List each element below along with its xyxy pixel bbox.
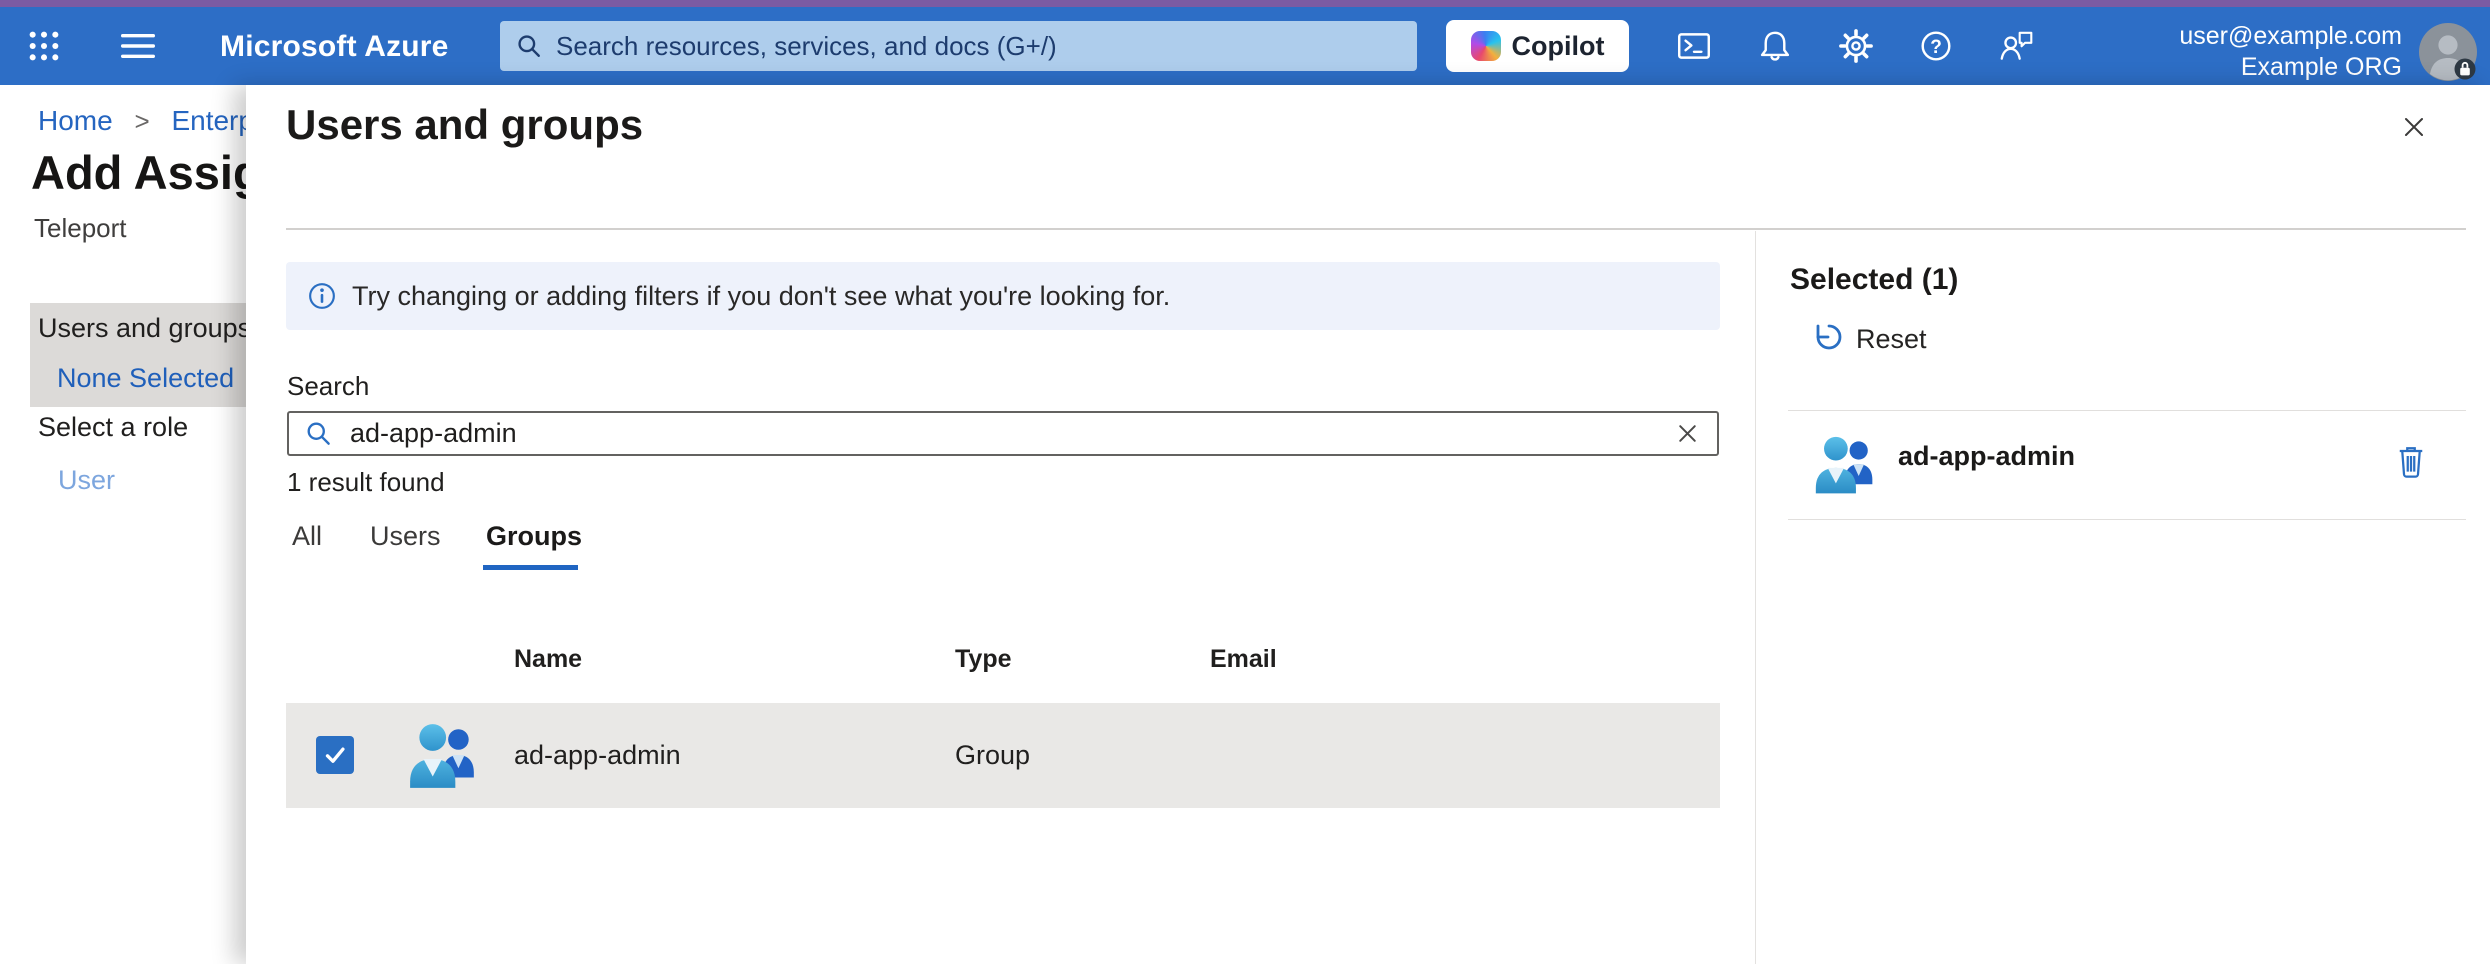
top-bar: Microsoft Azure Copilot xyxy=(0,7,2490,85)
avatar-person-lock-glyph xyxy=(2418,22,2478,82)
selected-divider-bottom xyxy=(1788,519,2466,520)
hamburger-menu-icon[interactable] xyxy=(116,24,160,68)
waffle-menu-icon[interactable] xyxy=(22,24,66,68)
selected-divider-top xyxy=(1788,410,2466,411)
table-row[interactable]: ad-app-admin Group xyxy=(286,703,1720,808)
svg-text:?: ? xyxy=(1930,37,1942,58)
breadcrumb-chevron: > xyxy=(134,106,149,136)
page-subtitle: Teleport xyxy=(34,213,127,244)
avatar[interactable] xyxy=(2418,22,2478,82)
close-x-glyph xyxy=(2398,111,2430,143)
nav-role-user-link[interactable]: User xyxy=(58,465,115,496)
person-bubble-glyph xyxy=(1997,27,2035,65)
close-icon[interactable] xyxy=(2392,105,2436,149)
row-name-cell: ad-app-admin xyxy=(514,740,681,771)
question-glyph: ? xyxy=(1917,27,1955,65)
help-icon[interactable]: ? xyxy=(1914,24,1958,68)
column-header-name[interactable]: Name xyxy=(514,645,582,674)
copilot-label: Copilot xyxy=(1512,31,1605,62)
row-checkbox[interactable] xyxy=(316,736,354,774)
copilot-logo-icon xyxy=(1471,31,1501,61)
trash-glyph xyxy=(2396,443,2426,479)
search-icon xyxy=(305,420,332,447)
terminal-glyph xyxy=(1675,27,1713,65)
waffle-grid-glyph xyxy=(27,29,61,63)
feedback-icon[interactable] xyxy=(1994,24,2038,68)
result-count: 1 result found xyxy=(287,467,445,498)
row-type-cell: Group xyxy=(955,740,1030,771)
info-icon xyxy=(308,282,336,310)
clear-search-icon[interactable] xyxy=(1674,420,1701,447)
nav-users-groups-section[interactable]: Users and groups None Selected xyxy=(30,303,246,407)
active-tab-underline xyxy=(483,565,578,570)
remove-selected-icon[interactable] xyxy=(2394,441,2428,481)
column-header-email[interactable]: Email xyxy=(1210,645,1277,674)
gear-glyph xyxy=(1837,27,1875,65)
search-label: Search xyxy=(287,371,369,402)
account-org: Example ORG xyxy=(2120,52,2402,83)
column-header-type[interactable]: Type xyxy=(955,645,1012,674)
header-divider xyxy=(286,228,2466,230)
tab-groups[interactable]: Groups xyxy=(486,521,582,552)
reset-label: Reset xyxy=(1856,324,1927,355)
breadcrumb-home-link[interactable]: Home xyxy=(38,105,113,136)
nav-none-selected-link[interactable]: None Selected xyxy=(57,363,234,394)
panel-vertical-divider xyxy=(1755,231,1756,964)
bell-glyph xyxy=(1756,27,1794,65)
two-person-group-glyph xyxy=(1812,435,1878,497)
tab-users[interactable]: Users xyxy=(370,521,441,552)
info-banner: Try changing or adding filters if you do… xyxy=(286,262,1720,330)
group-icon xyxy=(1812,435,1878,502)
cloud-shell-icon[interactable] xyxy=(1672,24,1716,68)
search-icon xyxy=(516,33,542,59)
brand-title[interactable]: Microsoft Azure xyxy=(220,30,449,64)
reset-button[interactable]: Reset xyxy=(1806,321,1927,357)
panel-search-box[interactable] xyxy=(287,411,1719,456)
selected-title: Selected (1) xyxy=(1790,263,1958,297)
tab-all[interactable]: All xyxy=(292,521,322,552)
global-search-box[interactable] xyxy=(500,21,1417,71)
copilot-button[interactable]: Copilot xyxy=(1446,20,1629,72)
selected-item-name: ad-app-admin xyxy=(1898,441,2075,471)
undo-reset-icon xyxy=(1806,321,1842,357)
info-banner-text: Try changing or adding filters if you do… xyxy=(352,281,1170,312)
hamburger-glyph xyxy=(121,31,155,61)
account-email: user@example.com xyxy=(2120,21,2402,52)
notifications-bell-icon[interactable] xyxy=(1753,24,1797,68)
panel-title: Users and groups xyxy=(286,101,643,149)
account-info[interactable]: user@example.com Example ORG xyxy=(2120,21,2402,83)
breadcrumb: Home > Enterpr xyxy=(38,105,263,137)
settings-gear-icon[interactable] xyxy=(1834,24,1878,68)
global-search-input[interactable] xyxy=(556,31,1401,62)
two-person-group-glyph xyxy=(406,722,480,792)
panel-search-input[interactable] xyxy=(350,418,1674,449)
nav-users-groups-label: Users and groups xyxy=(38,313,251,344)
nav-select-role-label: Select a role xyxy=(38,412,188,443)
azure-portal: Microsoft Azure Copilot xyxy=(0,0,2490,964)
group-icon xyxy=(406,722,480,797)
users-and-groups-panel: Users and groups Try changing or adding … xyxy=(246,85,2490,964)
top-accent-strip xyxy=(0,0,2490,7)
checkmark-glyph xyxy=(320,740,350,770)
page-title: Add Assig xyxy=(31,145,262,200)
